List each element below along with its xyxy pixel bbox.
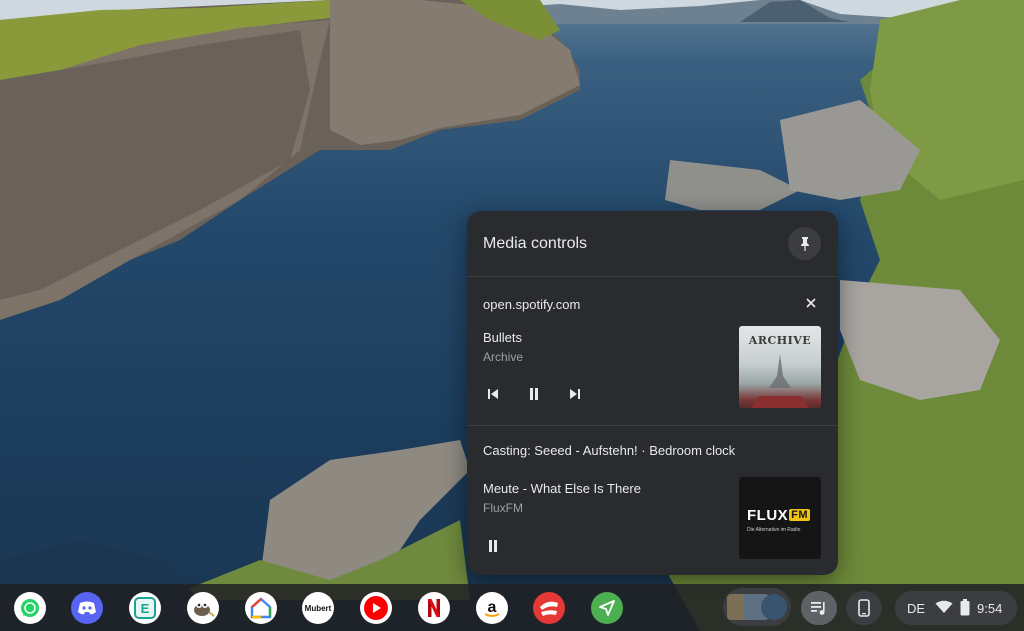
skip-next-icon [570, 389, 580, 399]
track-artist: FluxFM [483, 501, 523, 515]
send-icon [599, 600, 615, 616]
discord-icon [78, 601, 96, 615]
media-queue-icon [811, 602, 825, 615]
shelf: E Mubert a DE 9:54 [0, 584, 1024, 631]
pin-button[interactable] [788, 227, 821, 260]
previous-track-button[interactable] [481, 382, 505, 406]
e-app-icon: E [134, 597, 156, 619]
track-title: Meute - What Else Is There [483, 481, 641, 496]
google-home-icon [250, 597, 272, 619]
station-art: FLUX FM Die Alternative im Radio [739, 477, 821, 559]
pause-icon [489, 540, 497, 552]
app-stadia[interactable] [533, 592, 565, 624]
holding-space-pod[interactable] [723, 588, 791, 626]
stadia-icon [540, 601, 558, 616]
playback-controls [481, 534, 505, 558]
phone-icon [858, 599, 870, 617]
phone-hub-button[interactable] [846, 591, 882, 625]
gimp-icon [194, 602, 215, 617]
holding-space-thumbnails [727, 594, 787, 620]
panel-header: Media controls [467, 211, 838, 277]
svg-text:E: E [141, 601, 150, 616]
svg-text:a: a [488, 599, 497, 616]
input-language: DE [907, 601, 926, 616]
app-direct-send[interactable] [591, 592, 623, 624]
app-e[interactable]: E [129, 592, 161, 624]
youtube-icon [364, 596, 388, 620]
pause-button[interactable] [481, 534, 505, 558]
app-netflix[interactable] [418, 592, 450, 624]
clock: 9:54 [977, 601, 1003, 616]
app-mubert[interactable]: Mubert [302, 592, 334, 624]
app-google-home[interactable] [245, 592, 277, 624]
media-source: open.spotify.com [483, 297, 581, 312]
album-art: ARCHIVE [739, 326, 821, 408]
next-track-button[interactable] [563, 382, 587, 406]
amazon-icon: a [484, 599, 500, 617]
media-controls-panel: Media controls open.spotify.com Bullets … [467, 211, 838, 575]
status-area[interactable]: DE 9:54 [895, 591, 1017, 625]
track-artist: Archive [483, 350, 524, 364]
playback-controls [481, 382, 587, 406]
flux-logo: FLUX FM [747, 507, 811, 524]
mubert-icon: Mubert [305, 604, 332, 613]
battery-icon [960, 599, 970, 616]
app-youtube[interactable] [360, 592, 392, 624]
pin-icon [800, 236, 809, 251]
app-whatsapp[interactable] [14, 592, 46, 624]
media-item-casting[interactable]: Casting: Seeed - Aufstehn! · Bedroom clo… [467, 426, 838, 575]
svg-text:Mubert: Mubert [305, 604, 332, 613]
flux-tagline: Die Alternative im Radio [747, 527, 801, 533]
app-gimp[interactable] [187, 592, 219, 624]
pause-icon [530, 388, 538, 400]
app-discord[interactable] [71, 592, 103, 624]
skip-previous-icon [488, 389, 498, 399]
album-art-figure [751, 354, 809, 408]
pause-button[interactable] [522, 382, 546, 406]
panel-title: Media controls [483, 235, 588, 252]
casting-info: Casting: Seeed - Aufstehn! · Bedroom clo… [483, 443, 736, 458]
whatsapp-icon [21, 599, 39, 617]
close-button[interactable] [803, 295, 819, 311]
netflix-icon [428, 599, 440, 617]
media-controls-tray-button[interactable] [801, 591, 837, 625]
wifi-icon [935, 600, 953, 613]
close-icon [806, 298, 816, 308]
media-item-spotify[interactable]: open.spotify.com Bullets Archive ARCHIVE [467, 277, 838, 426]
track-title: Bullets [483, 330, 523, 345]
app-amazon[interactable]: a [476, 592, 508, 624]
